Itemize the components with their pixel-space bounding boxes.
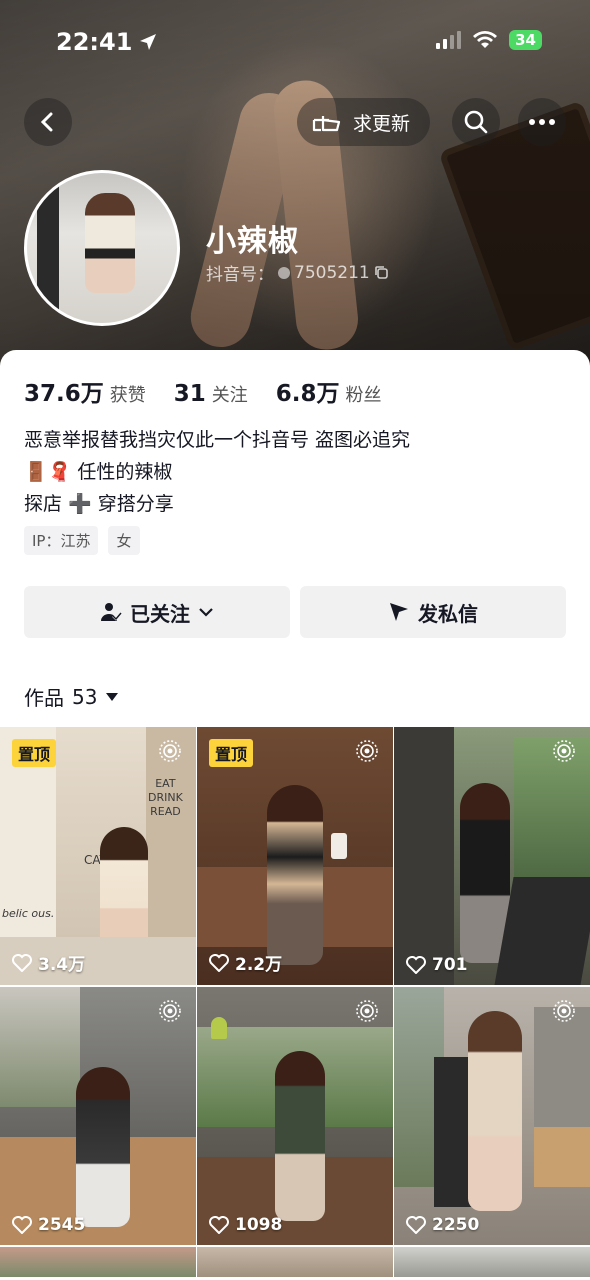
bio-line-3: 探店 ➕ 穿搭分享 [24, 493, 174, 515]
request-update-label: 求更新 [353, 112, 411, 135]
message-button[interactable]: 发私信 [300, 586, 566, 638]
like-count: 2.2万 [209, 950, 282, 975]
copy-icon[interactable] [374, 265, 390, 281]
signal-icon [436, 31, 462, 49]
location-arrow-icon [140, 34, 157, 50]
bio: 恶意举报替我挡灾仅此一个抖音号 盗图必追究 🚪🧣 任性的辣椒 探店 ➕ 穿搭分享 [24, 424, 410, 520]
video-thumbnail[interactable] [197, 1247, 393, 1277]
wall-sign-text: EAT DRINK READ [148, 777, 183, 818]
search-button[interactable] [452, 98, 500, 146]
following-button[interactable]: 已关注 [24, 586, 290, 638]
chevron-down-icon [199, 608, 213, 617]
video-thumbnail[interactable] [394, 1247, 590, 1277]
chevron-left-icon [40, 112, 53, 132]
stat-likes[interactable]: 37.6万 获赞 [24, 374, 146, 408]
live-photo-icon [356, 1000, 378, 1022]
bio-line-1: 恶意举报替我挡灾仅此一个抖音号 盗图必追究 [24, 429, 411, 451]
profile-info-card: 37.6万 获赞 31 关注 6.8万 粉丝 恶意举报替我挡灾仅此一个抖音号 盗图必追… [0, 350, 590, 730]
video-thumbnail[interactable]: 2250 [394, 987, 590, 1245]
live-photo-icon [553, 1000, 575, 1022]
live-photo-icon [159, 1000, 181, 1022]
ip-location-tag: IP：江苏 [24, 526, 99, 555]
message-label: 发私信 [418, 601, 478, 626]
following-label: 已关注 [130, 601, 190, 626]
heart-icon [12, 953, 32, 972]
like-count: 2250 [406, 1215, 479, 1235]
like-count: 1098 [209, 1215, 282, 1235]
video-grid: EAT DRINK READ CATE belic ous. 置顶 3.4万 置… [0, 727, 590, 1277]
profile-name: 小辣椒 [206, 224, 299, 259]
pinned-badge: 置顶 [209, 739, 254, 767]
douyin-id[interactable]: 抖音号： 7505211 [206, 260, 390, 285]
like-count: 3.4万 [12, 950, 85, 975]
live-photo-icon [159, 740, 181, 762]
user-check-icon [101, 603, 122, 621]
back-button[interactable] [24, 98, 72, 146]
pointing-hand-icon [312, 116, 341, 132]
search-icon [464, 110, 488, 134]
works-label: 作品 [24, 686, 64, 710]
stat-following[interactable]: 31 关注 [174, 381, 248, 407]
pinned-badge: 置顶 [12, 739, 57, 767]
gender-tag: 女 [108, 526, 140, 555]
battery-indicator: 34 [509, 30, 542, 50]
like-count: 2545 [12, 1215, 85, 1235]
works-tab[interactable]: 作品 53 [24, 682, 119, 711]
like-count: 701 [406, 955, 468, 975]
video-thumbnail[interactable]: EAT DRINK READ CATE belic ous. 置顶 3.4万 [0, 727, 196, 985]
status-bar-time: 22:41 [56, 28, 158, 56]
live-photo-icon [553, 740, 575, 762]
video-thumbnail[interactable]: 701 [394, 727, 590, 985]
video-thumbnail[interactable]: 1098 [197, 987, 393, 1245]
works-count: 53 [72, 684, 98, 709]
live-photo-icon [356, 740, 378, 762]
more-button[interactable] [518, 98, 566, 146]
wall-script-text: belic ous. [2, 907, 55, 920]
heart-icon [209, 953, 229, 972]
stats-row: 37.6万 获赞 31 关注 6.8万 粉丝 [24, 374, 382, 408]
bio-line-2: 🚪🧣 任性的辣椒 [24, 461, 173, 483]
stat-followers[interactable]: 6.8万 粉丝 [276, 374, 382, 408]
heart-icon [12, 1216, 32, 1234]
video-thumbnail[interactable]: 置顶 2.2万 [197, 727, 393, 985]
more-dots-icon [529, 119, 555, 125]
video-thumbnail[interactable]: 2545 [0, 987, 196, 1245]
heart-icon [406, 1216, 426, 1234]
send-icon [390, 603, 408, 621]
request-update-button[interactable]: 求更新 [297, 98, 431, 146]
wifi-icon [473, 31, 498, 48]
caret-down-icon [106, 692, 119, 701]
heart-icon [406, 956, 426, 974]
profile-tags: IP：江苏 女 [24, 526, 140, 555]
avatar[interactable] [24, 170, 180, 326]
status-bar-indicators: 34 [436, 30, 542, 50]
video-thumbnail[interactable] [0, 1247, 196, 1277]
heart-icon [209, 1216, 229, 1234]
